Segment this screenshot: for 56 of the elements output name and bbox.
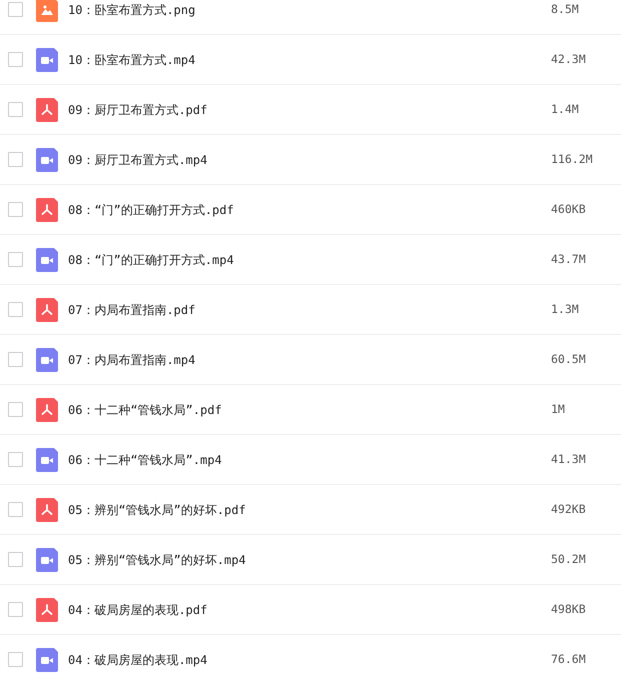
pdf-file-icon [36, 598, 58, 622]
file-name[interactable]: 10：卧室布置方式.png [68, 0, 551, 18]
file-size: 8.5M [551, 0, 580, 18]
file-name[interactable]: 05：辨别“管钱水局”的好坏.mp4 [68, 550, 551, 568]
pdf-file-icon [36, 298, 58, 322]
checkbox[interactable] [8, 202, 23, 217]
file-name[interactable]: 06：十二种“管钱水局”.pdf [68, 400, 551, 418]
file-name[interactable]: 07：内局布置指南.pdf [68, 300, 551, 318]
file-size: 60.5M [551, 350, 587, 368]
video-file-icon [36, 648, 58, 672]
checkbox[interactable] [8, 402, 23, 417]
video-file-icon [36, 548, 58, 572]
file-size: 1.3M [551, 300, 580, 318]
checkbox[interactable] [8, 52, 23, 67]
pdf-file-icon [36, 98, 58, 122]
file-name[interactable]: 04：破局房屋的表现.pdf [68, 600, 551, 618]
file-name[interactable]: 05：辨别“管钱水局”的好坏.pdf [68, 500, 551, 518]
file-name[interactable]: 04：破局房屋的表现.mp4 [68, 650, 551, 668]
file-size: 116.2M [551, 150, 594, 168]
file-name[interactable]: 10：卧室布置方式.mp4 [68, 50, 551, 68]
file-name[interactable]: 06：十二种“管钱水局”.mp4 [68, 450, 551, 468]
image-file-icon [36, 0, 58, 22]
file-name[interactable]: 07：内局布置指南.mp4 [68, 350, 551, 368]
checkbox[interactable] [8, 602, 23, 617]
file-name[interactable]: 09：厨厅卫布置方式.mp4 [68, 150, 551, 168]
file-size: 41.3M [551, 450, 587, 468]
file-size: 1M [551, 400, 566, 418]
pdf-file-icon [36, 398, 58, 422]
file-size: 50.2M [551, 550, 587, 568]
checkbox[interactable] [8, 102, 23, 117]
file-size: 76.6M [551, 650, 587, 668]
checkbox[interactable] [8, 2, 23, 17]
video-file-icon [36, 348, 58, 372]
checkbox[interactable] [8, 452, 23, 467]
file-size: 43.7M [551, 250, 587, 268]
checkbox[interactable] [8, 652, 23, 667]
file-name[interactable]: 09：厨厅卫布置方式.pdf [68, 100, 551, 118]
file-size: 1.4M [551, 100, 580, 118]
checkbox[interactable] [8, 252, 23, 267]
video-file-icon [36, 48, 58, 72]
file-size: 460KB [551, 200, 587, 218]
checkbox[interactable] [8, 352, 23, 367]
file-size: 492KB [551, 500, 587, 518]
video-file-icon [36, 448, 58, 472]
video-file-icon [36, 248, 58, 272]
checkbox[interactable] [8, 152, 23, 167]
checkbox[interactable] [8, 302, 23, 317]
checkbox[interactable] [8, 502, 23, 517]
pdf-file-icon [36, 498, 58, 522]
checkbox[interactable] [8, 552, 23, 567]
pdf-file-icon [36, 198, 58, 222]
file-name[interactable]: 08：“门”的正确打开方式.pdf [68, 200, 551, 218]
file-size: 498KB [551, 600, 587, 618]
file-size: 42.3M [551, 50, 587, 68]
video-file-icon [36, 148, 58, 172]
file-name[interactable]: 08：“门”的正确打开方式.mp4 [68, 250, 551, 268]
